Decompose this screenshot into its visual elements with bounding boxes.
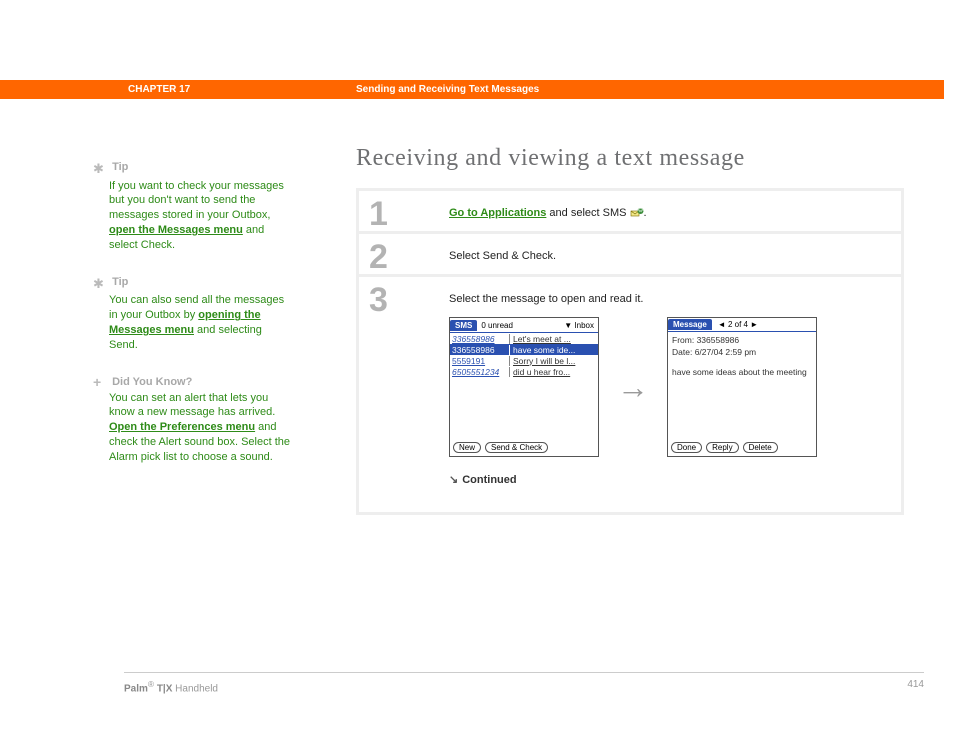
- page-title: Receiving and viewing a text message: [356, 145, 904, 172]
- step-2: 2 Select Send & Check.: [359, 234, 901, 274]
- continued-indicator: ↘ Continued: [449, 473, 883, 486]
- done-button: Done: [671, 442, 702, 453]
- message-nav: ◄ 2 of 4 ►: [718, 320, 758, 329]
- row-from: 5559191: [452, 356, 510, 366]
- page-footer: Palm® T|X Handheld 414: [124, 672, 924, 694]
- brand-tail: Handheld: [172, 683, 218, 694]
- tip-body: If you want to check your messages but y…: [109, 179, 291, 253]
- row-preview: did u hear fro...: [510, 367, 596, 377]
- step-text-tail: .: [644, 207, 647, 219]
- send-check-button: Send & Check: [485, 442, 548, 453]
- chapter-label: CHAPTER 17: [128, 84, 356, 95]
- tip-2: ✱ Tip You can also send all the messages…: [109, 275, 291, 353]
- from-label: From:: [672, 335, 694, 345]
- inbox-row-selected: 336558986 have some ide...: [450, 344, 598, 355]
- row-from: 6505551234: [452, 367, 510, 377]
- arrow-right-icon: →: [617, 369, 649, 406]
- inbox-row: 5559191 Sorry I will be l...: [450, 355, 598, 366]
- steps-container: 1 Go to Applications and select SMS . 2 …: [356, 188, 904, 515]
- asterisk-icon: ✱: [93, 160, 109, 178]
- go-to-applications-link[interactable]: Go to Applications: [449, 207, 546, 219]
- open-messages-menu-link[interactable]: open the Messages menu: [109, 224, 243, 236]
- inbox-row: 336558986 Let's meet at ...: [450, 333, 598, 344]
- row-from: 336558986: [452, 345, 510, 355]
- footer-brand: Palm® T|X Handheld: [124, 679, 907, 694]
- plus-icon: +: [93, 375, 109, 389]
- row-preview: Sorry I will be l...: [510, 356, 596, 366]
- nav-left-icon: ◄: [718, 320, 726, 329]
- new-button: New: [453, 442, 481, 453]
- reply-button: Reply: [706, 442, 738, 453]
- row-from: 336558986: [452, 334, 510, 344]
- tip-1: ✱ Tip If you want to check your messages…: [109, 160, 291, 253]
- date-value: 6/27/04 2:59 pm: [695, 347, 756, 357]
- tip-label: Tip: [112, 276, 128, 288]
- sms-tab: SMS: [450, 320, 477, 331]
- continued-arrow-icon: ↘: [449, 473, 458, 486]
- page-number: 414: [907, 679, 924, 694]
- message-buttons: Done Reply Delete: [671, 442, 813, 453]
- from-value: 336558986: [697, 335, 740, 345]
- step-3: 3 Select the message to open and read it…: [359, 277, 901, 512]
- sms-message-screenshot: Message ◄ 2 of 4 ► From: 336558986 Date:…: [667, 317, 817, 457]
- inbox-titlebar: SMS 0 unread ▼ Inbox: [450, 318, 598, 332]
- main-content: Receiving and viewing a text message 1 G…: [356, 145, 904, 515]
- brand-name: Palm: [124, 683, 148, 694]
- continued-label: Continued: [462, 474, 516, 486]
- asterisk-icon: ✱: [93, 275, 109, 293]
- step-number: 1: [369, 195, 388, 234]
- step-number: 3: [369, 281, 388, 320]
- nav-position: 2 of 4: [728, 320, 748, 329]
- inbox-row: 6505551234 did u hear fro...: [450, 366, 598, 377]
- dyk-body: You can set an alert that lets you know …: [109, 391, 291, 465]
- chapter-header-bar: CHAPTER 17 Sending and Receiving Text Me…: [0, 80, 944, 99]
- tip-text-pre: If you want to check your messages but y…: [109, 180, 284, 222]
- step-text: Select the message to open and read it.: [449, 287, 883, 305]
- open-preferences-menu-link[interactable]: Open the Preferences menu: [109, 421, 255, 433]
- message-body: From: 336558986 Date: 6/27/04 2:59 pm ha…: [668, 332, 816, 382]
- message-text: have some ideas about the meeting: [672, 367, 812, 379]
- tip-label: Tip: [112, 161, 128, 173]
- row-preview: Let's meet at ...: [510, 334, 596, 344]
- step-1: 1 Go to Applications and select SMS .: [359, 191, 901, 231]
- date-label: Date:: [672, 347, 692, 357]
- brand-model: T|X: [154, 683, 172, 694]
- nav-right-icon: ►: [750, 320, 758, 329]
- chapter-title: Sending and Receiving Text Messages: [356, 84, 539, 95]
- dyk-text-pre: You can set an alert that lets you know …: [109, 392, 275, 419]
- step-text: Go to Applications and select SMS .: [449, 201, 883, 219]
- inbox-list: 336558986 Let's meet at ... 336558986 ha…: [450, 332, 598, 377]
- message-tab: Message: [668, 319, 712, 330]
- unread-count: 0 unread: [481, 321, 513, 330]
- inbox-buttons: New Send & Check: [453, 442, 595, 453]
- dyk-label: Did You Know?: [112, 376, 192, 388]
- step-text-post: and select SMS: [546, 207, 629, 219]
- delete-button: Delete: [743, 442, 778, 453]
- folder-name: Inbox: [574, 321, 594, 330]
- step-text: Select Send & Check.: [449, 244, 883, 262]
- did-you-know: + Did You Know? You can set an alert tha…: [109, 375, 291, 465]
- step-3-screenshots: SMS 0 unread ▼ Inbox 336558986 Let's mee…: [449, 317, 883, 457]
- dropdown-arrow-icon: ▼: [564, 321, 572, 330]
- row-preview: have some ide...: [510, 345, 596, 355]
- sidebar-tips: ✱ Tip If you want to check your messages…: [109, 160, 291, 487]
- step-number: 2: [369, 238, 388, 277]
- folder-dropdown: ▼ Inbox: [564, 321, 594, 330]
- message-titlebar: Message ◄ 2 of 4 ►: [668, 318, 816, 332]
- sms-inbox-screenshot: SMS 0 unread ▼ Inbox 336558986 Let's mee…: [449, 317, 599, 457]
- sms-app-icon: [630, 207, 644, 219]
- tip-body: You can also send all the messages in yo…: [109, 293, 291, 352]
